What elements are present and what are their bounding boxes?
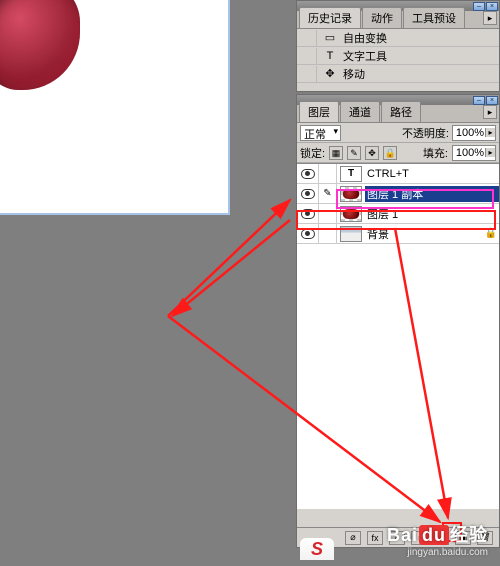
- lock-position-button[interactable]: ✥: [365, 146, 379, 160]
- opacity-input[interactable]: [453, 127, 485, 139]
- history-slot: [297, 48, 317, 64]
- panel-menu-button[interactable]: ▸: [483, 105, 497, 119]
- minimize-button[interactable]: –: [473, 96, 485, 105]
- type-icon: T: [323, 49, 337, 63]
- tab-history[interactable]: 历史记录: [299, 7, 361, 28]
- fill-field[interactable]: ▸: [452, 145, 496, 161]
- canvas-subject: [0, 0, 80, 90]
- move-icon: ✥: [323, 67, 337, 81]
- lock-all-button[interactable]: 🔒: [383, 146, 397, 160]
- fill-input[interactable]: [453, 147, 485, 159]
- history-item[interactable]: ▭ 自由变换: [297, 29, 499, 47]
- history-item-label: 移动: [343, 66, 365, 82]
- eye-icon: [301, 189, 315, 199]
- blend-mode-select[interactable]: 正常: [300, 125, 341, 141]
- annotation-highlight-red: [296, 210, 496, 230]
- tab-tool-presets[interactable]: 工具预设: [403, 7, 465, 28]
- history-tabs: 历史记录 动作 工具预设: [297, 11, 499, 29]
- fx-button[interactable]: fx: [367, 531, 383, 545]
- close-button[interactable]: ×: [486, 96, 498, 105]
- history-panel: – × 历史记录 动作 工具预设 ▸ ▭ 自由变换 T 文字工具 ✥ 移动: [296, 0, 500, 92]
- watermark-text: 经验: [450, 525, 488, 545]
- fill-stepper[interactable]: ▸: [485, 148, 495, 157]
- watermark: Baidu经验 jingyan.baidu.com: [387, 521, 488, 558]
- annotation-highlight-pink: [336, 189, 494, 209]
- watermark-text: Bai: [387, 525, 418, 545]
- layers-tabs: 图层 通道 路径: [297, 105, 499, 123]
- layers-options-row: 正常 不透明度: ▸: [297, 123, 499, 143]
- visibility-toggle[interactable]: [297, 184, 319, 203]
- opacity-stepper[interactable]: ▸: [485, 128, 495, 137]
- tab-channels[interactable]: 通道: [340, 101, 380, 122]
- panel-menu-button[interactable]: ▸: [483, 11, 497, 25]
- history-slot: [297, 66, 317, 82]
- fill-label: 填充:: [423, 145, 448, 161]
- visibility-toggle[interactable]: [297, 164, 319, 183]
- history-slot: [297, 30, 317, 46]
- layer-row[interactable]: T CTRL+T: [297, 164, 499, 184]
- opacity-field[interactable]: ▸: [452, 125, 496, 141]
- history-list: ▭ 自由变换 T 文字工具 ✥ 移动: [297, 29, 499, 91]
- document-canvas[interactable]: [0, 0, 230, 215]
- lock-row: 锁定: ▦ ✎ ✥ 🔒 填充: ▸: [297, 143, 499, 163]
- history-item[interactable]: T 文字工具: [297, 47, 499, 65]
- link-layers-button[interactable]: ⌀: [345, 531, 361, 545]
- transform-icon: ▭: [323, 31, 337, 45]
- history-item-label: 自由变换: [343, 30, 387, 46]
- layers-panel: – × 图层 通道 路径 ▸ 正常 不透明度: ▸ 锁定: ▦ ✎ ✥ 🔒 填充…: [296, 94, 500, 548]
- minimize-button[interactable]: –: [473, 2, 485, 11]
- lock-label: 锁定:: [300, 145, 325, 161]
- history-item-label: 文字工具: [343, 48, 387, 64]
- link-toggle[interactable]: ✎: [319, 184, 337, 203]
- tab-layers[interactable]: 图层: [299, 101, 339, 122]
- history-item[interactable]: ✥ 移动: [297, 65, 499, 83]
- tab-paths[interactable]: 路径: [381, 101, 421, 122]
- lock-pixels-button[interactable]: ✎: [347, 146, 361, 160]
- watermark-text: du: [419, 525, 449, 545]
- watermark-logo: S: [300, 538, 334, 560]
- link-toggle[interactable]: [319, 164, 337, 183]
- watermark-url: jingyan.baidu.com: [387, 547, 488, 558]
- text-layer-thumb: T: [340, 166, 362, 182]
- opacity-label: 不透明度:: [402, 125, 449, 141]
- close-button[interactable]: ×: [486, 2, 498, 11]
- eye-icon: [301, 169, 315, 179]
- eye-icon: [301, 229, 315, 239]
- tab-actions[interactable]: 动作: [362, 7, 402, 28]
- layer-name[interactable]: CTRL+T: [365, 168, 499, 180]
- lock-transparency-button[interactable]: ▦: [329, 146, 343, 160]
